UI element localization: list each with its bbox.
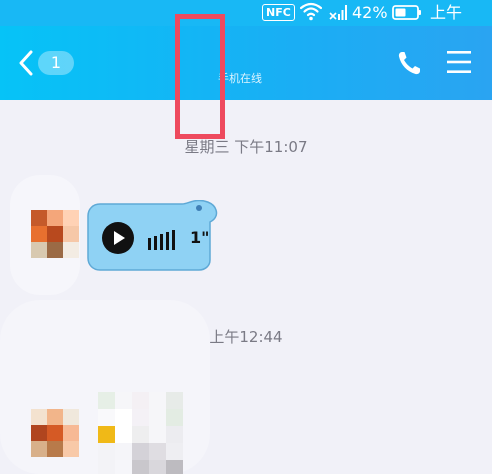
phone-icon[interactable] <box>397 50 421 76</box>
redacted-message-content <box>98 392 183 474</box>
voice-duration: 1" <box>190 228 210 247</box>
contact-avatar[interactable] <box>31 409 79 457</box>
nfc-badge: NFC <box>262 4 295 21</box>
wifi-icon <box>300 2 322 21</box>
message-timestamp: 星期三 下午11:07 <box>184 138 308 156</box>
chat-screen: NFC 42% 上午8:47 1 手机在线 <box>0 0 492 474</box>
contact-avatar[interactable] <box>31 210 79 258</box>
unread-count-badge[interactable]: 1 <box>38 51 74 75</box>
status-bar: NFC 42% 上午8:47 <box>0 0 492 42</box>
voice-wave-icon <box>148 230 175 250</box>
back-chevron-icon[interactable] <box>18 50 34 76</box>
chat-header: 1 手机在线 <box>0 26 492 100</box>
menu-icon[interactable] <box>447 50 471 74</box>
battery-icon <box>392 5 421 20</box>
signal-icon <box>329 5 347 20</box>
annotation-highlight-box <box>175 14 225 139</box>
battery-percent: 42% <box>352 3 388 22</box>
message-timestamp: 上午12:44 <box>209 328 283 346</box>
play-voice-button[interactable] <box>102 222 134 254</box>
